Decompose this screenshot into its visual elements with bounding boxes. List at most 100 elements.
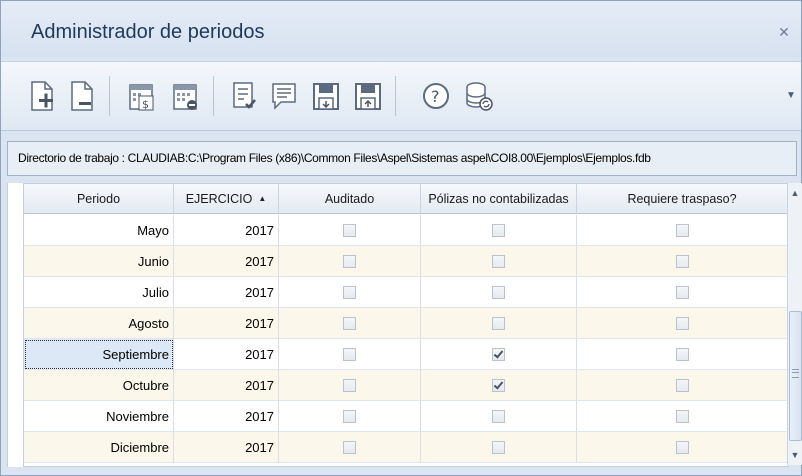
auditado-checkbox[interactable] — [343, 347, 356, 361]
auditado-checkbox[interactable] — [343, 223, 356, 237]
polizas-checkbox[interactable] — [492, 223, 505, 237]
traspaso-checkbox[interactable] — [675, 378, 689, 392]
auditado-checkbox[interactable] — [343, 285, 356, 299]
auditado-cell[interactable] — [279, 277, 421, 308]
save-export-icon[interactable] — [307, 78, 345, 114]
calendar-money-icon[interactable]: $ — [123, 78, 161, 114]
new-doc-add-icon[interactable] — [23, 78, 61, 114]
table-row[interactable]: Julio 2017 — [24, 277, 788, 308]
column-header-auditado[interactable]: Auditado — [279, 184, 421, 214]
document-check-icon[interactable] — [225, 78, 263, 114]
scroll-down-icon[interactable]: ▼ — [788, 447, 802, 463]
toolbar-separator — [213, 76, 214, 116]
traspaso-checkbox[interactable] — [675, 285, 689, 299]
periodo-cell[interactable]: Agosto — [24, 308, 174, 339]
column-header-traspaso[interactable]: Requiere traspaso? — [577, 184, 788, 214]
auditado-cell[interactable] — [279, 308, 421, 339]
periodo-cell[interactable]: Noviembre — [24, 401, 174, 432]
vertical-scrollbar[interactable]: ▲ ▼ — [787, 183, 802, 465]
database-refresh-icon[interactable] — [459, 78, 497, 114]
polizas-checkbox[interactable] — [492, 285, 505, 299]
ejercicio-cell[interactable]: 2017 — [174, 432, 279, 463]
auditado-cell[interactable] — [279, 246, 421, 277]
auditado-cell[interactable] — [279, 215, 421, 246]
auditado-cell[interactable] — [279, 339, 421, 370]
table-row[interactable]: Octubre 2017 — [24, 370, 788, 401]
traspaso-cell[interactable] — [577, 246, 788, 277]
traspaso-checkbox[interactable] — [675, 254, 689, 268]
table-row[interactable]: Mayo 2017 — [24, 215, 788, 246]
comment-list-icon[interactable] — [265, 78, 303, 114]
close-icon[interactable]: ✕ — [777, 25, 791, 39]
chevron-down-icon[interactable]: ▼ — [785, 90, 797, 106]
auditado-checkbox[interactable] — [343, 254, 356, 268]
column-header-ejercicio[interactable]: EJERCICIO ▲ — [174, 184, 279, 214]
traspaso-cell[interactable] — [577, 277, 788, 308]
polizas-cell[interactable] — [421, 401, 577, 432]
save-import-icon[interactable] — [349, 78, 387, 114]
traspaso-cell[interactable] — [577, 370, 788, 401]
traspaso-checkbox[interactable] — [675, 409, 689, 423]
traspaso-checkbox[interactable] — [675, 223, 689, 237]
auditado-cell[interactable] — [279, 401, 421, 432]
polizas-checkbox[interactable] — [492, 347, 505, 361]
table-row[interactable]: Noviembre 2017 — [24, 401, 788, 432]
traspaso-cell[interactable] — [577, 401, 788, 432]
title-bar: Administrador de periodos ✕ — [1, 1, 801, 57]
column-header-periodo[interactable]: Periodo — [24, 184, 174, 214]
column-header-label: Periodo — [76, 191, 121, 206]
polizas-cell[interactable] — [421, 215, 577, 246]
traspaso-cell[interactable] — [577, 432, 788, 463]
column-header-label: Auditado — [324, 191, 375, 206]
table-row[interactable]: Agosto 2017 — [24, 308, 788, 339]
ejercicio-cell[interactable]: 2017 — [174, 215, 279, 246]
table-row[interactable]: Diciembre 2017 — [24, 432, 788, 463]
column-header-polizas[interactable]: Pólizas no contabilizadas — [421, 184, 577, 214]
auditado-cell[interactable] — [279, 432, 421, 463]
periodo-cell[interactable]: Mayo — [24, 215, 174, 246]
polizas-checkbox[interactable] — [492, 440, 505, 454]
table-row[interactable]: Junio 2017 — [24, 246, 788, 277]
working-directory-bar: Directorio de trabajo : CLAUDIAB:C:\Prog… — [7, 141, 797, 176]
polizas-cell[interactable] — [421, 277, 577, 308]
periodo-cell[interactable]: Septiembre — [24, 339, 174, 370]
scroll-thumb[interactable] — [789, 311, 802, 441]
ejercicio-cell[interactable]: 2017 — [174, 339, 279, 370]
ejercicio-cell[interactable]: 2017 — [174, 308, 279, 339]
ejercicio-cell[interactable]: 2017 — [174, 401, 279, 432]
traspaso-checkbox[interactable] — [675, 316, 689, 330]
traspaso-checkbox[interactable] — [675, 440, 689, 454]
periodo-cell[interactable]: Diciembre — [24, 432, 174, 463]
polizas-checkbox[interactable] — [492, 409, 505, 423]
traspaso-cell[interactable] — [577, 215, 788, 246]
periodo-cell[interactable]: Julio — [24, 277, 174, 308]
polizas-cell[interactable] — [421, 308, 577, 339]
traspaso-cell[interactable] — [577, 339, 788, 370]
help-icon[interactable]: ? — [417, 78, 455, 114]
polizas-checkbox[interactable] — [492, 254, 505, 268]
period-manager-window: Administrador de periodos ✕ $ ? ▼ Direct… — [0, 0, 802, 476]
auditado-checkbox[interactable] — [343, 378, 356, 392]
auditado-cell[interactable] — [279, 370, 421, 401]
periodo-cell[interactable]: Octubre — [24, 370, 174, 401]
calendar-close-icon[interactable] — [167, 78, 205, 114]
polizas-checkbox[interactable] — [492, 378, 505, 392]
toolbar-separator — [109, 76, 110, 116]
ejercicio-cell[interactable]: 2017 — [174, 246, 279, 277]
new-doc-remove-icon[interactable] — [63, 78, 101, 114]
polizas-checkbox[interactable] — [492, 316, 505, 330]
table-row[interactable]: Septiembre 2017 — [24, 339, 788, 370]
traspaso-cell[interactable] — [577, 308, 788, 339]
periodo-cell[interactable]: Junio — [24, 246, 174, 277]
polizas-cell[interactable] — [421, 370, 577, 401]
ejercicio-cell[interactable]: 2017 — [174, 277, 279, 308]
polizas-cell[interactable] — [421, 339, 577, 370]
polizas-cell[interactable] — [421, 246, 577, 277]
auditado-checkbox[interactable] — [343, 409, 356, 423]
auditado-checkbox[interactable] — [343, 316, 356, 330]
scroll-up-icon[interactable]: ▲ — [788, 185, 802, 201]
polizas-cell[interactable] — [421, 432, 577, 463]
auditado-checkbox[interactable] — [343, 440, 356, 454]
traspaso-checkbox[interactable] — [675, 347, 689, 361]
ejercicio-cell[interactable]: 2017 — [174, 370, 279, 401]
